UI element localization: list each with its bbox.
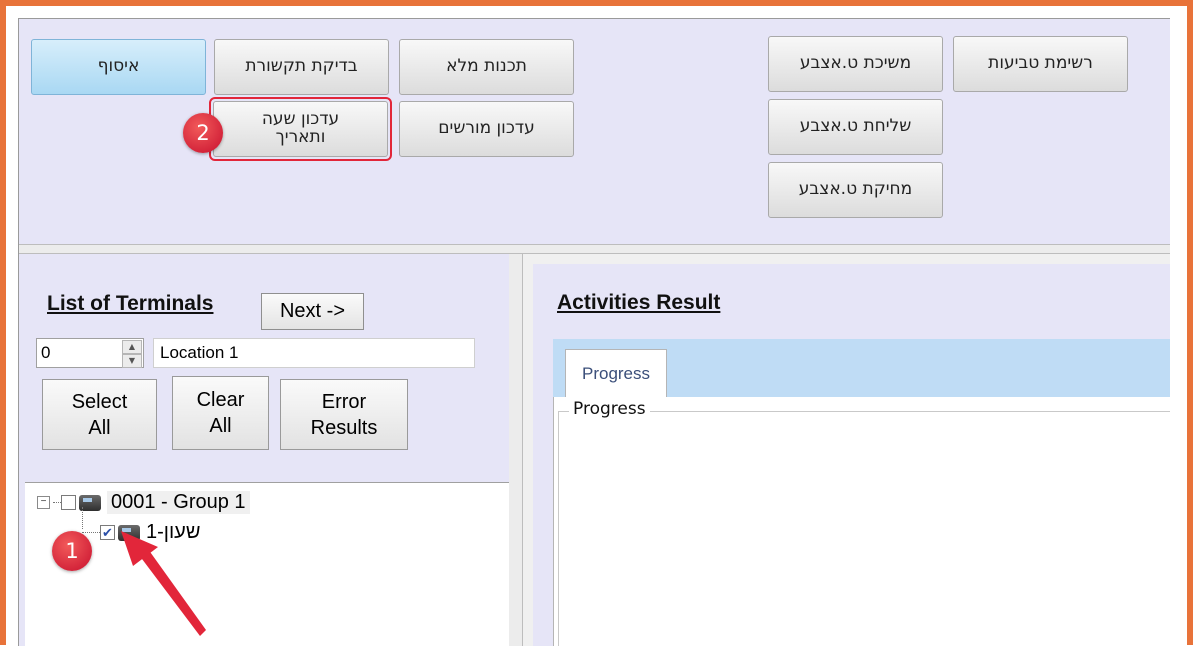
progress-group-label: Progress (569, 399, 650, 419)
fingerprint-list-button-label: רשימת טביעות (988, 53, 1093, 74)
spinner-up-icon[interactable]: ▲ (122, 340, 142, 354)
activities-panel: Activities Result Progress Progress (533, 264, 1170, 646)
collapse-icon[interactable]: − (37, 496, 50, 509)
child-checkbox[interactable]: ✔ (100, 525, 115, 540)
progress-tab-body: Progress (553, 397, 1170, 646)
tree-connector (82, 532, 100, 533)
pull-fingerprint-button[interactable]: משיכת ט.אצבע (768, 36, 943, 92)
delete-fingerprint-button[interactable]: מחיקת ט.אצבע (768, 162, 943, 218)
assemble-button[interactable]: איסוף (31, 39, 206, 95)
tab-strip: Progress (553, 339, 1170, 397)
tree-child-row[interactable]: ✔ שעון-1 (82, 521, 200, 544)
fingerprint-list-button[interactable]: רשימת טביעות (953, 36, 1128, 92)
activities-title: Activities Result (557, 291, 721, 314)
highlight-box (209, 97, 392, 161)
step-badge-1: 1 (52, 531, 92, 571)
tree-group-row[interactable]: − 0001 - Group 1 (37, 491, 250, 514)
update-permitted-button[interactable]: עדכון מורשים (399, 101, 574, 157)
vertical-splitter[interactable] (509, 254, 523, 646)
full-program-button[interactable]: תכנות מלא (399, 39, 574, 95)
send-fingerprint-button[interactable]: שליחת ט.אצבע (768, 99, 943, 155)
terminal-device-icon (118, 524, 140, 541)
update-permitted-button-label: עדכון מורשים (438, 118, 535, 139)
tree-connector (53, 502, 61, 503)
spinner-arrows[interactable]: ▲ ▼ (122, 340, 142, 368)
terminals-title: List of Terminals (47, 292, 214, 315)
next-button[interactable]: Next -> (261, 293, 364, 330)
assemble-button-label: איסוף (97, 56, 140, 77)
full-program-button-label: תכנות מלא (446, 56, 527, 77)
child-label: שעון-1 (146, 521, 201, 543)
pull-fingerprint-button-label: משיכת ט.אצבע (799, 53, 912, 74)
horizontal-splitter[interactable] (19, 244, 1170, 254)
group-checkbox[interactable] (61, 495, 76, 510)
check-connection-button[interactable]: בדיקת תקשורת (214, 39, 389, 95)
progress-groupbox: Progress (558, 399, 1170, 646)
terminal-number-spinner[interactable]: 0 ▲ ▼ (36, 338, 144, 368)
spinner-value: 0 (41, 343, 51, 362)
location-field[interactable]: Location 1 (153, 338, 475, 368)
clear-all-button[interactable]: Clear All (172, 376, 269, 450)
send-fingerprint-button-label: שליחת ט.אצבע (799, 116, 912, 137)
step-badge-2: 2 (183, 113, 223, 153)
spinner-down-icon[interactable]: ▼ (122, 354, 142, 368)
select-all-button[interactable]: Select All (42, 379, 157, 450)
tab-progress[interactable]: Progress (565, 349, 667, 397)
delete-fingerprint-button-label: מחיקת ט.אצבע (798, 179, 913, 200)
app-window: איסוף בדיקת תקשורת תכנות מלא עדכון שעה ו… (18, 18, 1170, 646)
group-label: 0001 - Group 1 (107, 491, 250, 514)
error-results-button[interactable]: Error Results (280, 379, 408, 450)
terminals-tree: − 0001 - Group 1 ✔ שעון-1 (25, 482, 509, 646)
check-connection-button-label: בדיקת תקשורת (245, 56, 358, 77)
terminals-panel: List of Terminals Next -> 0 ▲ ▼ Location… (19, 254, 510, 646)
